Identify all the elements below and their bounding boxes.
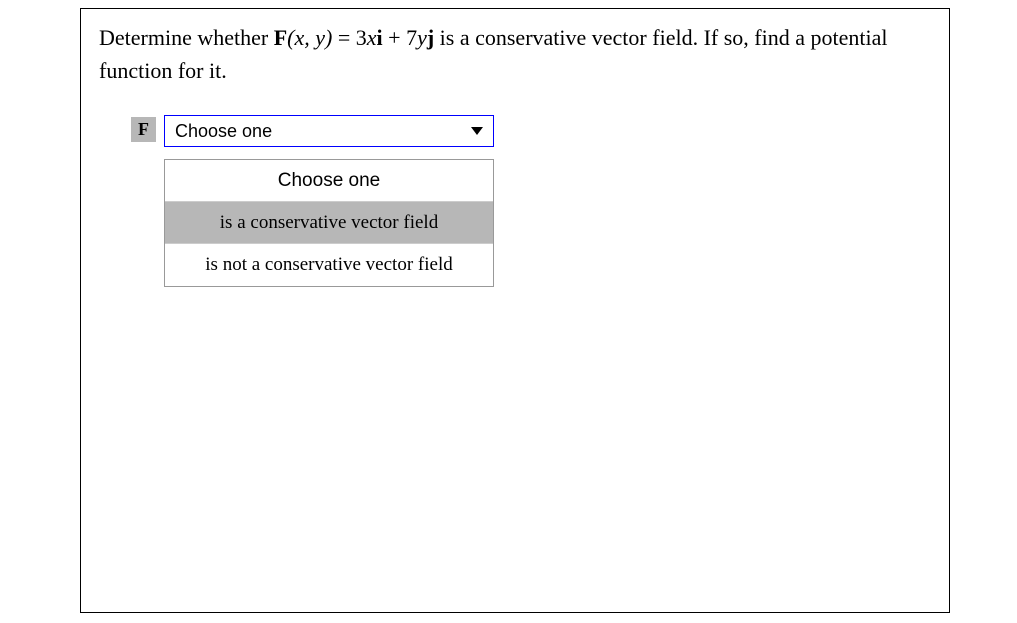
dropdown-select[interactable]: Choose one [164, 115, 494, 147]
question-prefix: Determine whether [99, 25, 274, 50]
dropdown-list: Choose one is a conservative vector fiel… [164, 159, 494, 287]
question-container: Determine whether F(x, y) = 3xi + 7yj is… [80, 8, 950, 613]
plus-7y: + 7y [383, 25, 427, 50]
dropdown-selected-text: Choose one [175, 121, 272, 142]
chevron-down-icon [471, 127, 483, 135]
dropdown-option-conservative[interactable]: is a conservative vector field [165, 202, 493, 244]
f-label-badge: F [131, 117, 156, 142]
eq-3x: = 3x [332, 25, 376, 50]
vector-F: F [274, 25, 287, 50]
dropdown-option-header[interactable]: Choose one [165, 160, 493, 202]
dropdown-wrapper: Choose one Choose one is a conservative … [164, 115, 494, 287]
question-text: Determine whether F(x, y) = 3xi + 7yj is… [99, 21, 931, 87]
vector-args: (x, y) [287, 25, 332, 50]
dropdown-option-not-conservative[interactable]: is not a conservative vector field [165, 244, 493, 286]
dropdown-area: F Choose one Choose one is a conservativ… [131, 115, 931, 287]
